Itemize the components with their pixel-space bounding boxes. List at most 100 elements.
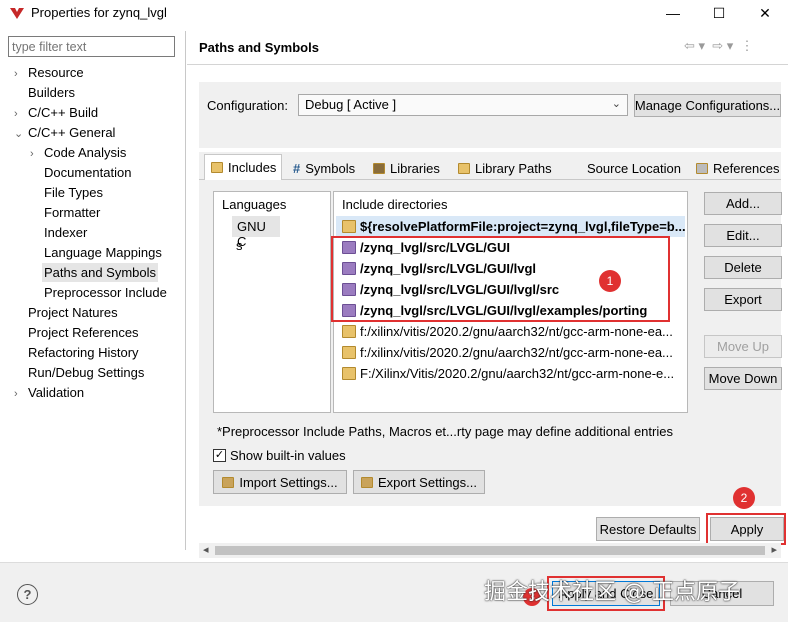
- scroll-right-icon[interactable]: ▸: [771, 543, 777, 556]
- watermark: 掘金技术社区 @ 正点原子: [484, 580, 740, 605]
- title-bar: Properties for zynq_lvgl — ☐ ✕: [0, 0, 788, 26]
- folder-icon: [342, 367, 356, 380]
- tree-item[interactable]: Run/Debug Settings: [14, 363, 184, 383]
- tree-item-label: Code Analysis: [44, 145, 127, 160]
- include-row[interactable]: F:/Xilinx/Vitis/2020.2/gnu/aarch32/nt/gc…: [336, 363, 685, 384]
- languages-header: Languages: [222, 197, 287, 212]
- delete-button[interactable]: Delete: [704, 256, 782, 279]
- language-item-gnu-c[interactable]: GNU C: [232, 216, 280, 249]
- restore-defaults-button[interactable]: Restore Defaults: [596, 517, 700, 541]
- export-icon: [361, 476, 373, 488]
- hash-icon: #: [293, 160, 301, 176]
- tree-item-label: Project References: [28, 325, 139, 340]
- horizontal-scrollbar[interactable]: ◂ ▸: [199, 543, 781, 558]
- tree-item[interactable]: Project Natures: [14, 303, 184, 323]
- tab-label: Symbols: [305, 160, 356, 176]
- include-directories-header: Include directories: [342, 197, 448, 212]
- title-separator: [187, 64, 788, 65]
- tree-item[interactable]: Project References: [14, 323, 184, 343]
- scroll-thumb[interactable]: [215, 546, 765, 555]
- include-path: F:/Xilinx/Vitis/2020.2/gnu/aarch32/nt/gc…: [360, 366, 675, 381]
- nav-arrows: ⇦ ▾ ⇨ ▾ ⋮: [684, 38, 754, 54]
- import-settings-button[interactable]: Import Settings...: [213, 470, 347, 494]
- tree-item[interactable]: ⌄ C/C++ General: [14, 123, 184, 143]
- tree-item-label: Formatter: [44, 205, 101, 220]
- sash[interactable]: [185, 31, 186, 550]
- annotation-badge-1: 1: [599, 270, 621, 292]
- include-row[interactable]: ${resolvePlatformFile:project=zynq_lvgl,…: [336, 216, 685, 237]
- tree-item[interactable]: Indexer: [14, 223, 184, 243]
- forward-icon[interactable]: ⇨ ▾: [712, 38, 733, 53]
- folder-icon: [342, 346, 356, 359]
- tab-source-location[interactable]: Source Location: [581, 156, 687, 180]
- tree-item[interactable]: File Types: [14, 183, 184, 203]
- chevron-down-icon: ⌄: [611, 98, 621, 110]
- include-row[interactable]: f:/xilinx/vitis/2020.2/gnu/aarch32/nt/gc…: [336, 342, 685, 363]
- maximize-icon[interactable]: ☐: [696, 0, 742, 26]
- menu-icon[interactable]: ⋮: [741, 38, 754, 53]
- highlight-box-2: [706, 513, 786, 545]
- chevron-right-icon[interactable]: ›: [14, 104, 26, 124]
- tree-item[interactable]: Language Mappings: [14, 243, 184, 263]
- tree-item-label: Run/Debug Settings: [28, 365, 145, 380]
- tree-item[interactable]: Preprocessor Include: [14, 283, 184, 303]
- folder-icon: [342, 220, 356, 233]
- tree-item-label: Project Natures: [28, 305, 118, 320]
- move-up-button[interactable]: Move Up: [704, 335, 782, 358]
- add-button[interactable]: Add...: [704, 192, 782, 215]
- export-settings-label: Export Settings...: [378, 474, 477, 490]
- tab-library-paths[interactable]: Library Paths: [452, 156, 558, 180]
- tree-item[interactable]: Documentation: [14, 163, 184, 183]
- tree-item[interactable]: Paths and Symbols: [14, 263, 184, 283]
- includes-icon: [211, 162, 223, 173]
- languages-list[interactable]: Languages GNU C s: [213, 191, 331, 413]
- configuration-select[interactable]: Debug [ Active ] ⌄: [298, 94, 628, 116]
- export-settings-button[interactable]: Export Settings...: [353, 470, 485, 494]
- references-icon: [696, 162, 708, 174]
- move-down-button[interactable]: Move Down: [704, 367, 782, 390]
- chevron-down-icon[interactable]: ⌄: [14, 124, 26, 144]
- minimize-icon[interactable]: —: [650, 0, 696, 26]
- filter-input[interactable]: [8, 36, 175, 57]
- tab-label: Libraries: [390, 160, 440, 176]
- configuration-value: Debug [ Active ]: [305, 97, 397, 112]
- scroll-left-icon[interactable]: ◂: [203, 543, 209, 556]
- show-builtin-checkbox[interactable]: ✓: [213, 449, 226, 462]
- tree-item-label: Refactoring History: [28, 345, 139, 360]
- folder-icon: [342, 325, 356, 338]
- tab-symbols[interactable]: # Symbols: [287, 156, 361, 180]
- include-path: f:/xilinx/vitis/2020.2/gnu/aarch32/nt/gc…: [360, 324, 673, 339]
- tab-references[interactable]: References: [690, 156, 785, 180]
- tree-item-label: Paths and Symbols: [42, 263, 159, 282]
- close-icon[interactable]: ✕: [742, 0, 788, 26]
- chevron-right-icon[interactable]: ›: [14, 64, 26, 84]
- window-title: Properties for zynq_lvgl: [31, 5, 167, 20]
- help-icon[interactable]: ?: [17, 584, 38, 605]
- tab-libraries[interactable]: Libraries: [367, 156, 446, 180]
- preprocessor-note: *Preprocessor Include Paths, Macros et..…: [217, 424, 673, 439]
- tree-item[interactable]: › Resource: [14, 63, 184, 83]
- manage-configurations-button[interactable]: Manage Configurations...: [634, 94, 781, 117]
- chevron-right-icon[interactable]: ›: [30, 144, 42, 164]
- tree-item-label: File Types: [44, 185, 104, 200]
- language-item-s[interactable]: s: [236, 238, 243, 253]
- tree-item[interactable]: › C/C++ Build: [14, 103, 184, 123]
- tree-item-label: Builders: [28, 85, 75, 100]
- edit-button[interactable]: Edit...: [704, 224, 782, 247]
- tab-includes[interactable]: Includes: [204, 154, 282, 180]
- show-builtin-toggle[interactable]: ✓ Show built-in values: [213, 448, 346, 463]
- tree-item[interactable]: Formatter: [14, 203, 184, 223]
- export-button[interactable]: Export: [704, 288, 782, 311]
- chevron-right-icon[interactable]: ›: [14, 384, 26, 404]
- show-builtin-label: Show built-in values: [230, 448, 346, 463]
- tree-item-label: Validation: [28, 385, 85, 400]
- include-row[interactable]: f:/xilinx/vitis/2020.2/gnu/aarch32/nt/gc…: [336, 321, 685, 342]
- tab-label: References: [713, 160, 780, 176]
- back-icon[interactable]: ⇦ ▾: [684, 38, 705, 53]
- tab-label: Library Paths: [475, 160, 552, 176]
- tree-item[interactable]: Builders: [14, 83, 184, 103]
- tree-item[interactable]: › Code Analysis: [14, 143, 184, 163]
- tree-item-label: Language Mappings: [44, 245, 162, 260]
- tree-item[interactable]: Refactoring History: [14, 343, 184, 363]
- tree-item[interactable]: › Validation: [14, 383, 184, 403]
